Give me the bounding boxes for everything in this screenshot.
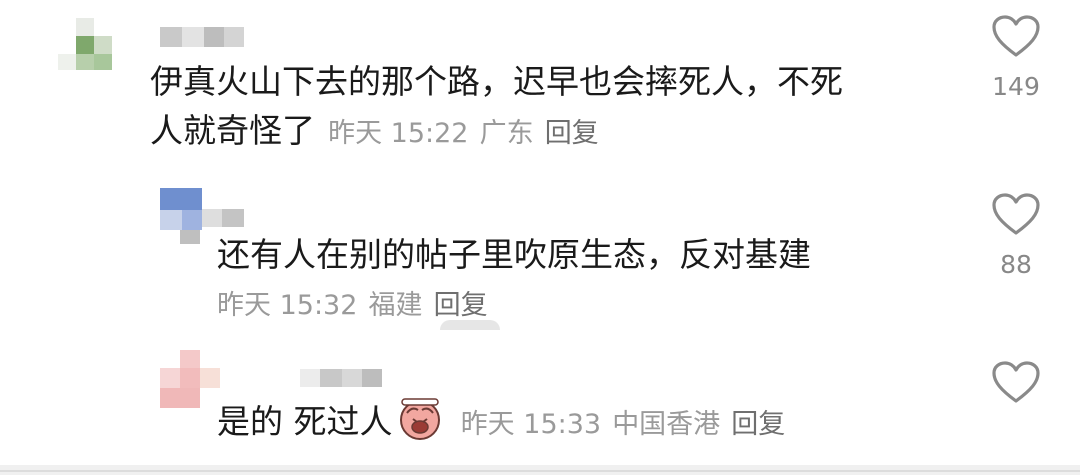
comment-item: 伊真火山下去的那个路，迟早也会摔死人，不死 人就奇怪了 昨天 15:22 广东 … [0, 0, 1080, 175]
crying-face-emoji [399, 398, 440, 440]
comment-text-line2: 人就奇怪了 [150, 111, 315, 150]
avatar[interactable] [48, 18, 138, 88]
reply-text: 是的 死过人 [217, 402, 393, 441]
reply-button[interactable]: 回复 [545, 118, 599, 149]
like-count: 149 [992, 72, 1040, 101]
comment-time: 昨天 15:33 [460, 409, 602, 440]
username[interactable] [160, 27, 244, 47]
reply-item: 还有人在别的帖子里吹原生态，反对基建 昨天 15:32 福建 回复 88 [0, 175, 1080, 335]
divider-fragment [440, 320, 500, 330]
like-button[interactable] [991, 360, 1041, 404]
heart-outline-icon [992, 15, 1040, 57]
comment-text-line1: 伊真火山下去的那个路，迟早也会摔死人，不死 [150, 62, 843, 101]
like-button[interactable] [991, 14, 1041, 58]
comment-location: 福建 [368, 290, 423, 321]
reply-button[interactable]: 回复 [731, 409, 785, 440]
comment-location: 广东 [479, 118, 534, 149]
bottom-divider [0, 470, 1080, 472]
reply-item: 是的 死过人 昨天 15:33 中国香港 回复 [0, 335, 1080, 465]
heart-outline-icon [992, 361, 1040, 403]
like-count: 88 [1000, 250, 1032, 279]
reply-button[interactable]: 回复 [434, 290, 488, 321]
comment-location: 中国香港 [612, 409, 721, 440]
username[interactable] [202, 209, 244, 227]
comment-time: 昨天 15:32 [217, 290, 358, 321]
heart-outline-icon [992, 193, 1040, 235]
like-button[interactable] [991, 192, 1041, 236]
username[interactable] [300, 369, 382, 387]
reply-text: 还有人在别的帖子里吹原生态，反对基建 [217, 235, 811, 274]
comment-time: 昨天 15:22 [328, 118, 469, 149]
avatar[interactable] [160, 350, 220, 410]
